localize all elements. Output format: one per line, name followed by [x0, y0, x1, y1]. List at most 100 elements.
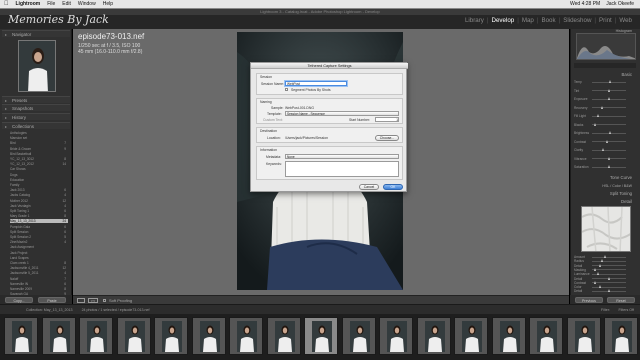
slider-track[interactable] [592, 265, 626, 267]
metadata-select[interactable]: None [285, 154, 399, 159]
segment-checkbox[interactable] [285, 88, 288, 91]
menubar-user[interactable]: Jack Okeefe [606, 1, 634, 7]
collection-item[interactable]: Nameville 2009 8 [10, 287, 68, 291]
collection-item[interactable]: Bird 7 [10, 141, 68, 145]
start-number-input[interactable]: 1 [375, 117, 399, 122]
ok-button[interactable]: OK [383, 184, 403, 190]
keywords-input[interactable] [285, 161, 399, 177]
slider-thumb[interactable] [607, 165, 610, 168]
basic-slider[interactable]: Fill Light [574, 114, 636, 118]
menu-help[interactable]: Help [103, 1, 113, 7]
collection-item[interactable]: Jacksonville 5_2011 4 [10, 271, 68, 275]
module-library[interactable]: Library [465, 17, 484, 24]
detail-header[interactable]: Detail [572, 199, 638, 205]
collection-item[interactable]: Land Scapes [10, 256, 68, 260]
history-header[interactable]: History [2, 113, 70, 121]
collection-item[interactable]: Jacks Catalog 4 [10, 193, 68, 197]
menu-app[interactable]: Lightroom [16, 1, 41, 7]
basic-slider[interactable]: Vibrance [574, 156, 636, 161]
filmstrip-thumbnail[interactable] [379, 317, 413, 355]
collection-item[interactable]: Anthologies [10, 131, 68, 135]
collection-item[interactable]: Jack 2013 6 [10, 188, 68, 192]
collection-item[interactable]: Clam creek 1 8 [10, 261, 68, 265]
collection-item[interactable]: Mary Grade 1 8 [10, 214, 68, 218]
filmstrip-thumbnail[interactable] [529, 317, 563, 355]
collection-item[interactable]: Jack Assignment [10, 245, 68, 249]
slider-thumb[interactable] [607, 88, 610, 92]
filmstrip-thumbnail[interactable] [454, 317, 488, 355]
identity-plate[interactable]: Memories By Jack [8, 13, 109, 26]
module-book[interactable]: Book [541, 17, 555, 24]
basic-slider[interactable]: Tint [574, 88, 636, 93]
module-map[interactable]: Map [522, 17, 534, 24]
filmstrip-thumbnail[interactable] [604, 317, 638, 355]
filmstrip-thumbnail[interactable] [229, 317, 263, 355]
slider-track[interactable] [592, 149, 626, 151]
slider-thumb[interactable] [600, 259, 603, 263]
soft-proofing-checkbox[interactable] [103, 299, 106, 302]
filmstrip-collection[interactable]: Collection: May_13_13_2013 [26, 308, 73, 312]
slider-thumb[interactable] [602, 148, 605, 151]
collection-item[interactable]: Pumpkin Gala 6 [10, 225, 68, 229]
slider-track[interactable] [592, 282, 626, 284]
slider-track[interactable] [592, 286, 626, 288]
slider-track[interactable] [592, 260, 626, 262]
navigator-preview[interactable] [18, 40, 56, 92]
basic-slider[interactable]: Clarity [574, 148, 636, 152]
collection-item[interactable]: YC_12_13_2012 14 [10, 162, 68, 166]
collection-item[interactable]: Jack Project [10, 251, 68, 255]
filmstrip-thumbnail[interactable] [191, 317, 226, 355]
paste-button[interactable]: Paste [38, 296, 66, 303]
slider-thumb[interactable] [597, 114, 600, 117]
slider-thumb[interactable] [600, 105, 603, 109]
slider-thumb[interactable] [599, 285, 601, 289]
slider-track[interactable] [592, 269, 626, 271]
collection-item[interactable]: Bird Basketball [10, 152, 68, 156]
cancel-button[interactable]: Cancel [359, 184, 379, 190]
slider-thumb[interactable] [604, 255, 607, 258]
basic-slider[interactable]: Brightness [574, 131, 636, 135]
menu-edit[interactable]: Edit [62, 1, 71, 7]
slider-track[interactable] [592, 256, 626, 258]
slider-thumb[interactable] [607, 156, 610, 160]
basic-slider[interactable]: Saturation [574, 165, 636, 169]
split-toning-header[interactable]: Split Toning [572, 191, 638, 197]
slider-thumb[interactable] [607, 289, 610, 293]
collection-item[interactable]: Education [10, 178, 68, 182]
collection-item[interactable]: Dogs [10, 173, 68, 177]
collection-item[interactable]: Zine/Mazin2 4 [10, 240, 68, 244]
slider-thumb[interactable] [605, 139, 608, 143]
slider-thumb[interactable] [593, 280, 596, 284]
slider-track[interactable] [592, 124, 626, 125]
collection-item[interactable]: Naloff 7 [10, 277, 68, 281]
basic-slider[interactable]: Exposure [574, 97, 636, 101]
choose-button[interactable]: Choose... [375, 135, 399, 141]
tone-curve-header[interactable]: Tone Curve [572, 175, 638, 181]
template-select[interactable]: Session Name - Sequence [285, 111, 399, 116]
slider-thumb[interactable] [609, 131, 612, 134]
module-web[interactable]: Web [619, 17, 632, 24]
basic-slider[interactable]: Blacks [574, 122, 636, 127]
detail-preview[interactable] [581, 206, 631, 252]
collection-item[interactable]: Jack Vezdagin 4 [10, 204, 68, 208]
filmstrip-thumbnail[interactable] [266, 317, 301, 355]
tool-strip[interactable] [574, 63, 636, 68]
slider-thumb[interactable] [593, 267, 596, 271]
basic-slider[interactable]: Contrast [574, 139, 636, 144]
copy-button[interactable]: Copy... [5, 296, 33, 303]
menubar-clock[interactable]: Wed 4:28 PM [570, 1, 600, 7]
detail-slider[interactable]: Detail [574, 289, 636, 293]
reset-button[interactable]: Reset [607, 296, 635, 303]
previous-button[interactable]: Previous [575, 296, 603, 303]
presets-header[interactable]: Presets [2, 96, 70, 104]
collection-item[interactable]: Mansion set [10, 136, 68, 140]
filmstrip-thumbnail[interactable] [304, 317, 338, 355]
slider-track[interactable] [592, 107, 626, 108]
filmstrip-thumbnail[interactable] [116, 317, 151, 355]
collection-item[interactable]: Mother 2012 12 [10, 199, 68, 203]
collection-item[interactable]: Car Shows [10, 167, 68, 171]
snapshots-header[interactable]: Snapshots [2, 104, 70, 112]
collections-header[interactable]: Collections [2, 122, 70, 130]
basic-header[interactable]: Basic [572, 72, 638, 78]
filmstrip-thumbnail[interactable] [416, 317, 451, 355]
